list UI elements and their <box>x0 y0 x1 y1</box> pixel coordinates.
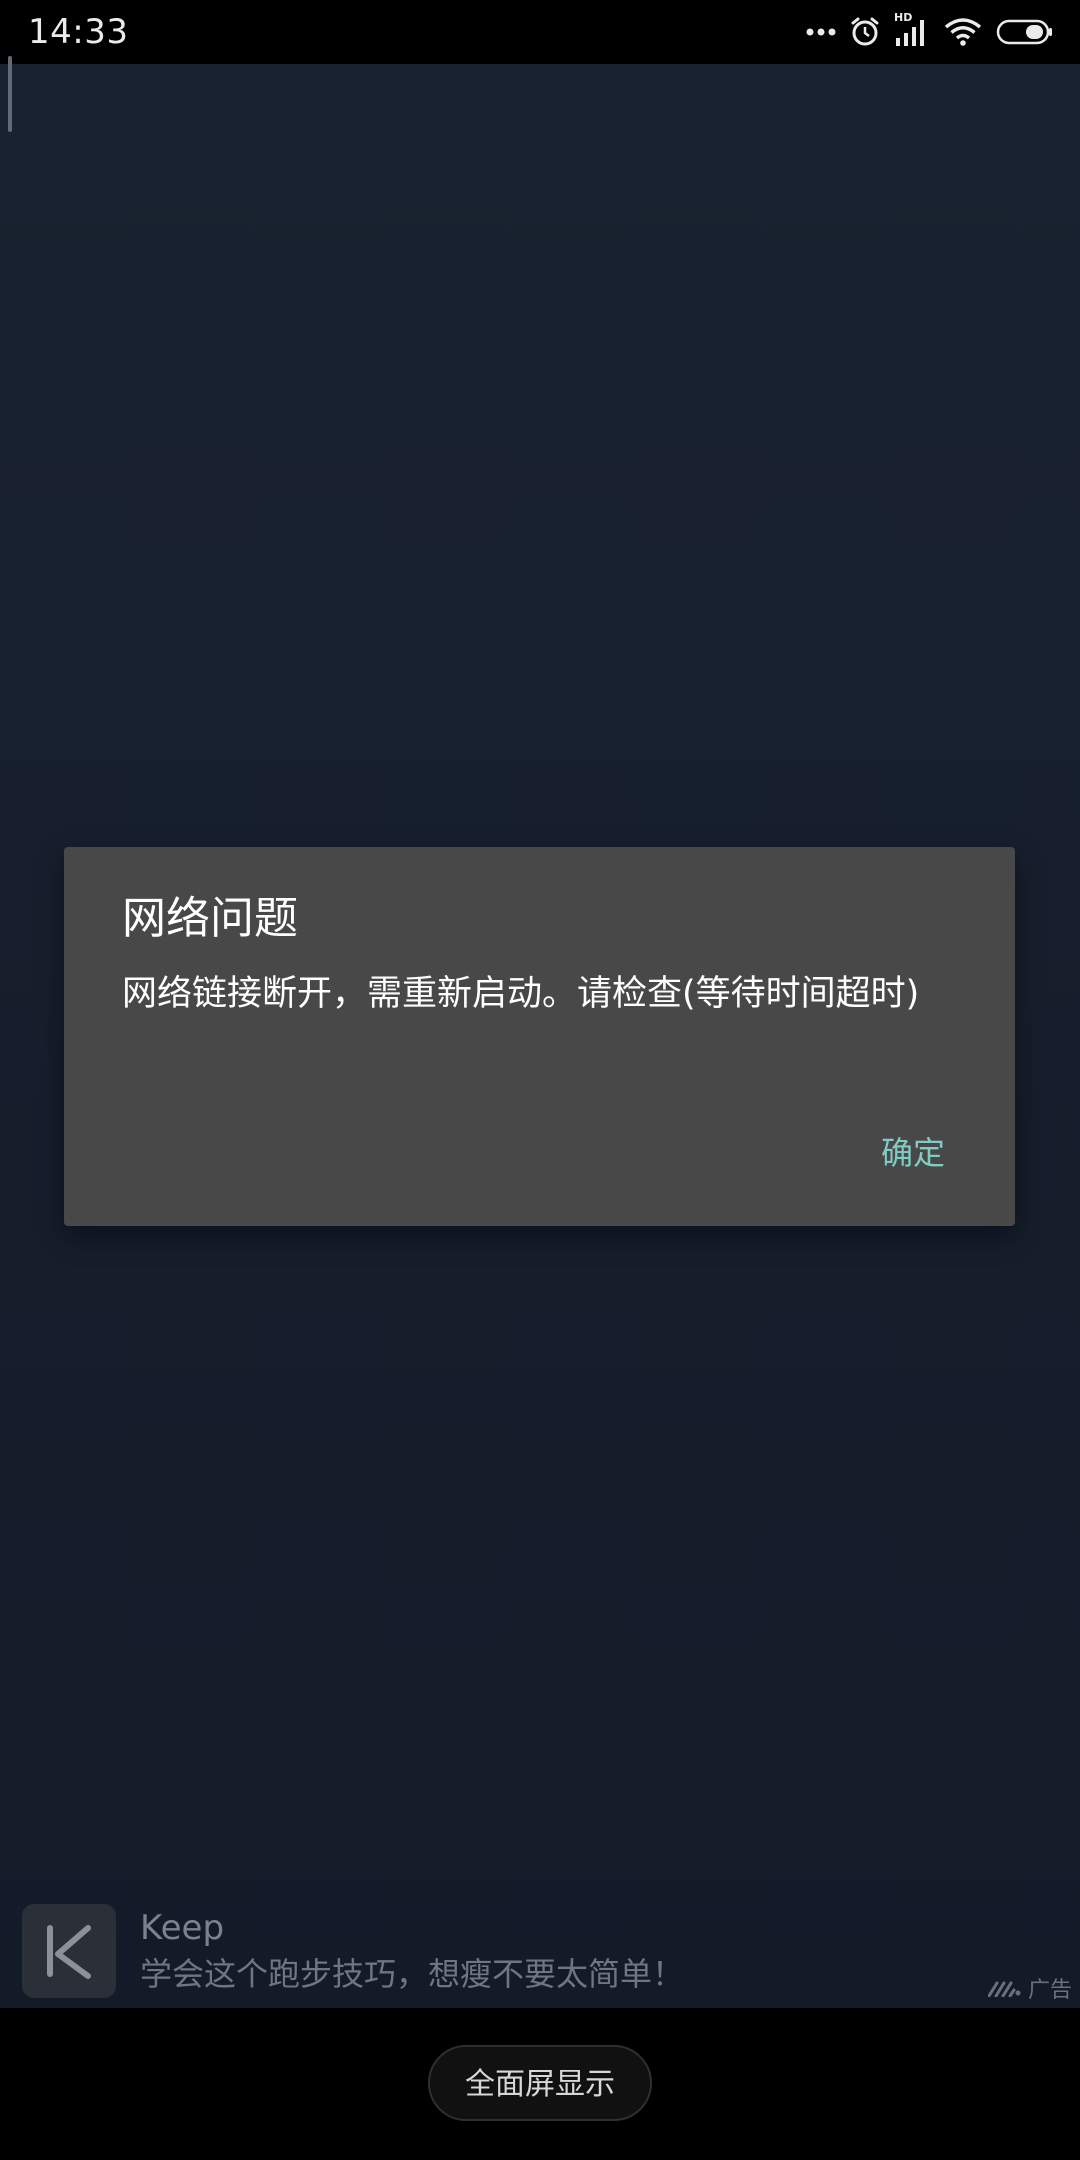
network-error-dialog: 网络问题 网络链接断开，需重新启动。请检查(等待时间超时) 确定 <box>64 847 1015 1226</box>
fullscreen-display-button[interactable]: 全面屏显示 <box>428 2045 652 2121</box>
ad-network-icon <box>987 1978 1022 2004</box>
ad-title: Keep <box>140 1908 225 1948</box>
screen: 14:33 HD 网络问题 网络链接断开，需重新启动。请检查(等待时间超时) 确… <box>0 0 1080 2160</box>
dialog-title: 网络问题 <box>122 893 298 944</box>
ad-banner[interactable]: Keep 学会这个跑步技巧，想瘦不要太简单！ 广告 <box>0 1892 1080 2008</box>
dialog-ok-button[interactable]: 确定 <box>875 1133 951 1173</box>
bottom-bar: 全面屏显示 <box>0 2008 1080 2160</box>
ad-tag-label: 广告 <box>1027 1978 1072 2003</box>
ad-description: 学会这个跑步技巧，想瘦不要太简单！ <box>140 1955 685 1993</box>
keep-logo-icon <box>22 1904 116 1998</box>
ad-tag: 广告 <box>987 1978 1072 2004</box>
dialog-message: 网络链接断开，需重新启动。请检查(等待时间超时) <box>122 974 920 1014</box>
